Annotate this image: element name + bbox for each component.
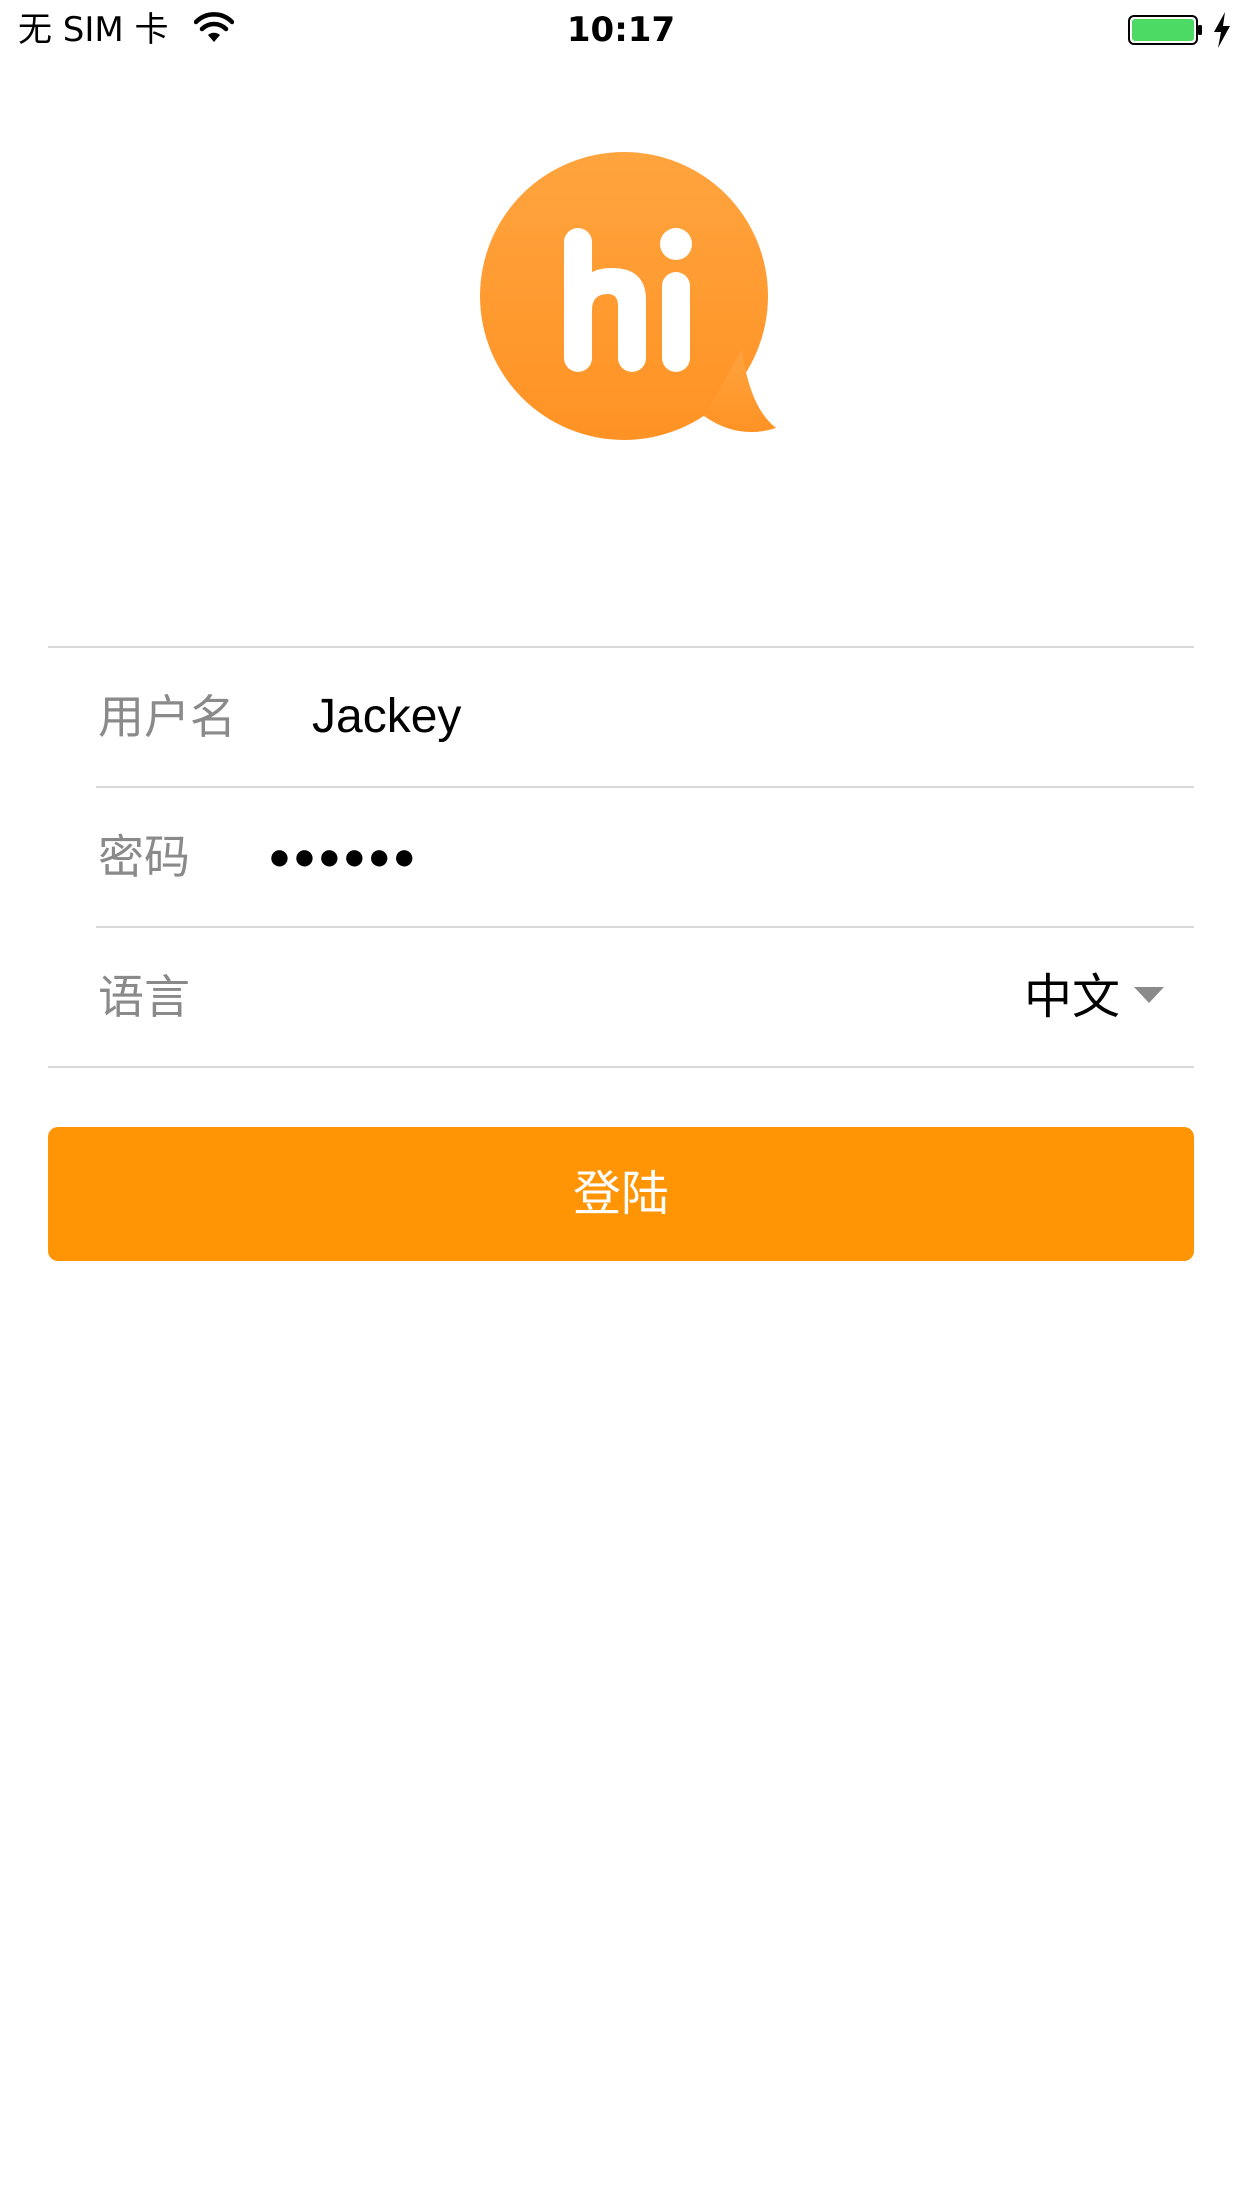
- language-selected-value: 中文: [1023, 969, 1120, 1025]
- form-bottom-divider: [48, 1066, 1194, 1068]
- username-label: 用户名: [98, 690, 236, 744]
- username-row: 用户名: [48, 648, 1194, 786]
- login-button[interactable]: 登陆: [48, 1127, 1194, 1261]
- clock: 10:17: [566, 10, 676, 50]
- battery-icon: [1128, 15, 1202, 45]
- username-input[interactable]: [312, 648, 1172, 786]
- language-select[interactable]: 中文: [1024, 928, 1164, 1066]
- password-input[interactable]: ●●●●●●: [268, 788, 1148, 926]
- caret-down-icon: [1134, 987, 1164, 1003]
- hi-logo: [480, 152, 776, 440]
- password-row: 密码 ●●●●●●: [48, 788, 1194, 926]
- language-row[interactable]: 语言 中文: [48, 928, 1194, 1066]
- charging-bolt-icon: [1214, 12, 1230, 48]
- password-label: 密码: [98, 830, 190, 884]
- status-bar: 无 SIM 卡 10:17: [0, 0, 1242, 60]
- language-label: 语言: [98, 970, 190, 1024]
